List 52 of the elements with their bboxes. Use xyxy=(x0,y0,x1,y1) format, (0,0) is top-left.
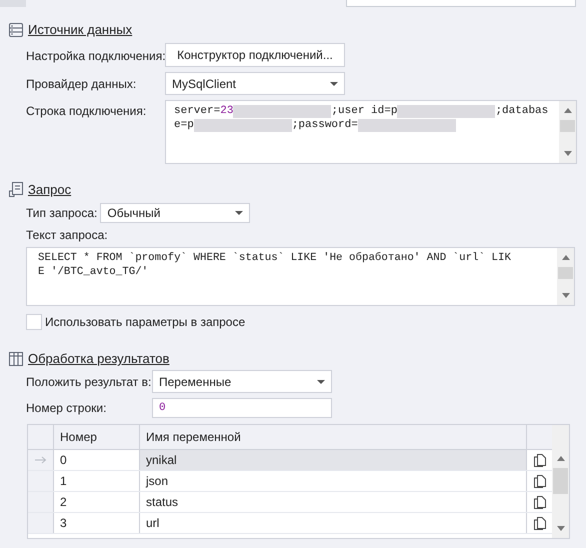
table-row[interactable]: 0 ynikal xyxy=(28,450,552,471)
result-target-dropdown[interactable]: Переменные xyxy=(152,370,332,393)
row-number-field[interactable]: 0 xyxy=(152,398,332,418)
field-label: Тип запроса: xyxy=(26,206,98,220)
copy-icon[interactable] xyxy=(532,474,546,488)
input-field[interactable] xyxy=(346,0,576,7)
table-row[interactable]: 3 url xyxy=(28,513,552,534)
query-type-dropdown[interactable]: Обычный xyxy=(100,203,250,223)
code-text: 23 xyxy=(220,105,234,118)
table-icon xyxy=(9,352,23,366)
provider-dropdown[interactable]: MySqlClient xyxy=(165,72,345,95)
checkbox[interactable] xyxy=(26,314,42,330)
scrollbar[interactable] xyxy=(552,425,569,538)
table-row[interactable]: 1 json xyxy=(28,471,552,492)
connection-builder-button[interactable]: Конструктор подключений... xyxy=(165,43,345,67)
database-icon xyxy=(9,22,23,36)
table-cell: 3 xyxy=(54,513,140,533)
column-header[interactable]: Номер xyxy=(54,425,140,449)
section-title[interactable]: Источник данных xyxy=(28,22,132,37)
checkbox-label[interactable]: Использовать параметры в запросе xyxy=(45,315,246,329)
code-line: SELECT * FROM `promofy` WHERE `status` LIKE 'Не обработано' AND `url` LIK xyxy=(38,252,512,266)
code-text: ;password= xyxy=(292,118,358,132)
table-cell: 1 xyxy=(54,471,140,491)
code-line: E '/BTC_avto_TG/' xyxy=(38,266,150,279)
field-label: Номер строки: xyxy=(26,401,108,415)
field-label: Провайдер данных: xyxy=(26,76,138,91)
query-text-field[interactable]: SELECT * FROM `promofy` WHERE `status` LIKE 'Не обработано' AND `url` LIK E '/BTC_avto_TG/' xyxy=(26,247,575,306)
table-cell: status xyxy=(140,492,527,512)
column-header[interactable]: Имя переменной xyxy=(140,425,527,449)
code-text: server= xyxy=(174,105,220,118)
field-label: Положить результат в: xyxy=(26,374,152,388)
document-icon xyxy=(9,182,23,197)
section-title[interactable]: Обработка результатов xyxy=(28,351,170,366)
copy-icon[interactable] xyxy=(532,453,546,467)
code-text: ;databas xyxy=(495,105,548,118)
scrollbar[interactable] xyxy=(557,248,574,305)
field-label: Настройка подключения: xyxy=(26,48,165,62)
scrollbar[interactable] xyxy=(559,101,576,163)
field-label: Строка подключения: xyxy=(26,103,148,118)
table-cell: json xyxy=(140,471,527,491)
table-cell: url xyxy=(140,513,527,533)
copy-icon[interactable] xyxy=(532,495,546,509)
section-title[interactable]: Запрос xyxy=(28,182,72,197)
field-label: Текст запроса: xyxy=(26,228,108,242)
code-text: e=p xyxy=(174,118,194,132)
arrow-right-icon xyxy=(34,456,46,464)
table-row[interactable]: 2 status xyxy=(28,492,552,513)
copy-icon[interactable] xyxy=(532,516,546,530)
table-cell: 2 xyxy=(54,492,140,512)
code-text: ;user id=p xyxy=(331,105,398,118)
table-cell: ynikal xyxy=(140,450,527,470)
connection-string-field[interactable]: server=23 ;user id=p ;databas e=p ;password= xyxy=(165,100,577,164)
